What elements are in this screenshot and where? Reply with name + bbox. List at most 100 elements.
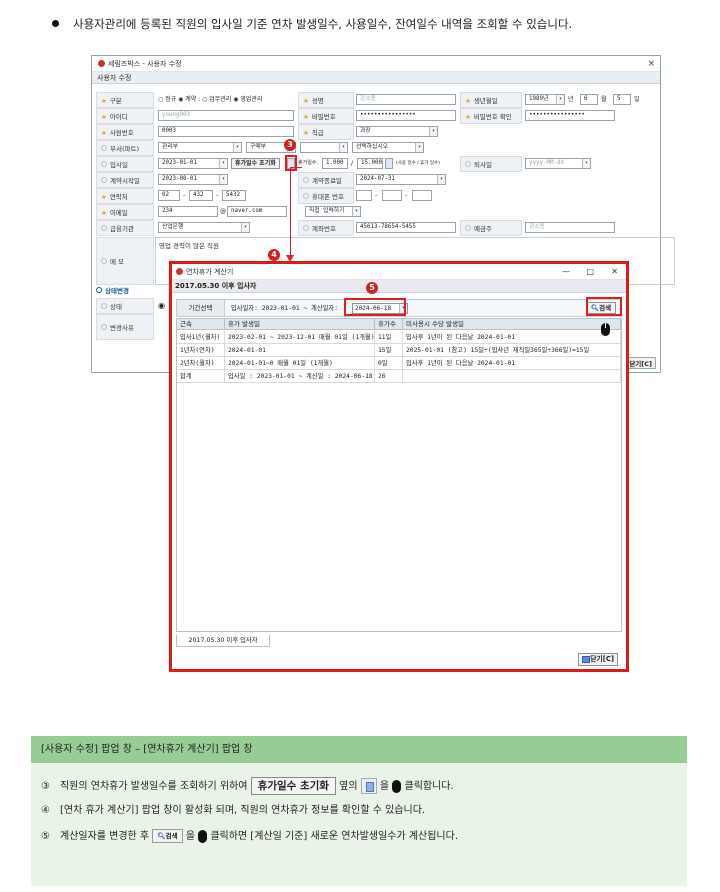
extra-select[interactable]: ▾ [300, 142, 348, 153]
birth-year-unit: 년 [568, 96, 574, 103]
dept-select[interactable]: 관리부 ▾ [158, 142, 242, 153]
intro-text: 사용자관리에 등록된 직원의 입사일 기준 연차 발생일수, 사용일수, 잔여일… [52, 16, 572, 32]
join-date-input[interactable]: 2023-01-01 ▾ [158, 158, 228, 169]
birth-day-stepper[interactable]: 5 [613, 94, 631, 105]
instruction-panel: [사용자 수정] 팝업 창 – [연차휴가 계산기] 팝업 창 ③ 직원의 연차휴… [31, 736, 687, 886]
chevron-down-icon: ▾ [556, 95, 564, 104]
table-cell: 2년차(월차) [177, 357, 225, 370]
email-domain-select[interactable]: 직접 입력하기 ▾ [305, 206, 361, 217]
calculator-icon [360, 778, 377, 794]
mobile-1-input[interactable] [356, 190, 372, 201]
birth-year-select[interactable]: 1989년 ▾ [525, 94, 565, 105]
gubun-radio-group[interactable]: ○ 정규 ◉ 계약 : ○ 업무관리 ◉ 영업관리 [158, 94, 262, 105]
app-icon [176, 267, 183, 275]
status-radio[interactable]: ◉ [158, 300, 165, 311]
table-cell: 2024-01-01 [225, 344, 375, 357]
mobile-2-input[interactable] [382, 190, 402, 201]
chevron-down-icon: ▾ [233, 143, 241, 152]
status-label: 상태 [96, 298, 154, 314]
emp-no-label: ★ 사원번호 [96, 124, 154, 140]
phone-last-input[interactable]: 5432 [222, 190, 246, 201]
column-header[interactable]: 근속 [177, 319, 225, 330]
close-icon[interactable]: ✕ [611, 264, 618, 280]
leave-total-icon[interactable] [385, 158, 393, 169]
table-cell: 입사후 1년이 된 다음날 2024-01-01 [403, 331, 621, 344]
popup-subtitle: 2017.05.30 이후 입사자 [172, 280, 626, 293]
required-star-icon: ★ [101, 97, 107, 105]
chevron-down-icon: ▾ [339, 143, 347, 152]
table-cell: 15일 [375, 344, 403, 357]
leave-table: 근속 휴가 발생일 휴가수 미사용시 수당 발생일 입사1년(월차) 2023-… [176, 318, 622, 632]
table-cell: 입사후 1년이 된 다음날 2024-01-01 [403, 357, 621, 370]
close-icon[interactable]: × [647, 56, 655, 72]
popup-close-button[interactable]: 닫기[C] [578, 653, 618, 666]
leave-used-input[interactable]: 1.000 [322, 158, 348, 169]
tab-after-2017[interactable]: 2017.05.30 이후 입사자 [176, 635, 270, 647]
instruction-header: [사용자 수정] 팝업 창 – [연차휴가 계산기] 팝업 창 [31, 736, 687, 763]
password-confirm-input[interactable]: •••••••••••••••• [525, 110, 615, 121]
window-title: 세림즈박스 - 사용자 수정 [108, 60, 182, 68]
mobile-label: 휴대폰 번호 [298, 188, 354, 204]
connector-line-v [290, 167, 291, 257]
rank-select[interactable]: 과장 ▾ [356, 126, 438, 137]
account-input[interactable]: 45613-78654-5455 [356, 222, 456, 233]
contract-end-label: 계약종료일 [298, 172, 354, 188]
column-header[interactable]: 휴가 발생일 [225, 319, 375, 330]
step-badge-4: 4 [268, 249, 280, 261]
table-cell: 입사일 : 2023-01-01 ~ 계산일 : 2024-06-18 [225, 370, 375, 383]
date-highlight [344, 298, 406, 316]
table-cell: 입사1년(월차) [177, 331, 225, 344]
retire-date-input[interactable]: yyyy-MM-dd ▾ [525, 158, 591, 169]
email-label: ★ 이메일 [96, 204, 154, 220]
table-cell: 2024-01-01~0 매월 01일 (1개월) [225, 357, 375, 370]
mobile-dash-1: - [375, 192, 378, 199]
workplace-select[interactable]: 선택하십시오 ▾ [352, 142, 424, 153]
step-badge-5: 5 [366, 282, 378, 294]
chevron-down-icon: ▾ [415, 143, 423, 152]
id-input[interactable]: young003 [158, 110, 294, 121]
bank-select[interactable]: 산업은행 ▾ [158, 222, 250, 233]
maximize-icon[interactable]: □ [586, 264, 594, 280]
phone-dash-1: - [183, 192, 186, 199]
instruction-step-4: ④ [연차 휴가 계산기] 팝업 창이 활성화 되며, 직원의 연차휴가 정보를 … [41, 805, 426, 816]
column-header[interactable]: 미사용시 수당 발생일 [403, 319, 621, 330]
rank-label: ★ 직급 [298, 124, 354, 140]
popup-titlebar: 연차휴가 계산기 — □ ✕ [172, 264, 626, 280]
minimize-icon[interactable]: — [562, 264, 570, 280]
column-header[interactable]: 휴가수 [375, 319, 403, 330]
phone-label: ★ 연락처 [96, 188, 154, 204]
user-edit-titlebar: 세림즈박스 - 사용자 수정 × [92, 56, 660, 72]
contract-end-input[interactable]: 2024-07-31 ▾ [356, 174, 446, 185]
mouse-icon [392, 779, 402, 793]
chevron-down-icon: ▾ [241, 223, 249, 232]
email-domain-input[interactable]: naver.com [227, 206, 287, 217]
chevron-down-icon: ▾ [582, 159, 590, 168]
contract-start-input[interactable]: 2023-08-01 ▾ [158, 174, 228, 185]
mobile-3-input[interactable] [412, 190, 432, 201]
user-edit-close-button[interactable]: 닫기[C] [625, 357, 656, 369]
holder-input[interactable]: 강소동 [525, 222, 615, 233]
table-header: 근속 휴가 발생일 휴가수 미사용시 수당 발생일 [177, 319, 621, 330]
search-highlight [586, 297, 622, 316]
phone-area-select[interactable]: 02 [158, 190, 180, 201]
name-input[interactable]: 강소동 [356, 94, 456, 105]
phone-mid-input[interactable]: 432 [189, 190, 213, 201]
period-filter-label: 기간선택 [177, 300, 225, 316]
emp-no-input[interactable]: 0003 [158, 126, 294, 137]
instruction-step-5: ⑤ 계산일자를 변경한 후 🔍︎검색 을 클릭하면 [계산일 기준] 새로운 연차… [41, 829, 459, 843]
leave-reset-button[interactable]: 휴가일수 초기화 [231, 158, 280, 169]
search-icon: 🔍︎ [157, 832, 166, 840]
id-label: ★ 아이디 [96, 108, 154, 124]
email-id-input[interactable]: 234 [158, 206, 218, 217]
leave-total-input[interactable]: 15.000 [357, 158, 383, 169]
password-input[interactable]: •••••••••••••••• [356, 110, 456, 121]
holder-label: 예금주 [460, 220, 522, 236]
birth-month-stepper[interactable]: 6 [580, 94, 598, 105]
slash-text: / [351, 160, 354, 167]
mouse-icon [198, 829, 208, 843]
table-cell [403, 370, 621, 383]
name-label: ★ 성명 [298, 92, 354, 108]
connector-line-h [290, 167, 302, 168]
table-cell: 1년차(연차) [177, 344, 225, 357]
contract-start-label: 계약시작일 [96, 172, 154, 188]
